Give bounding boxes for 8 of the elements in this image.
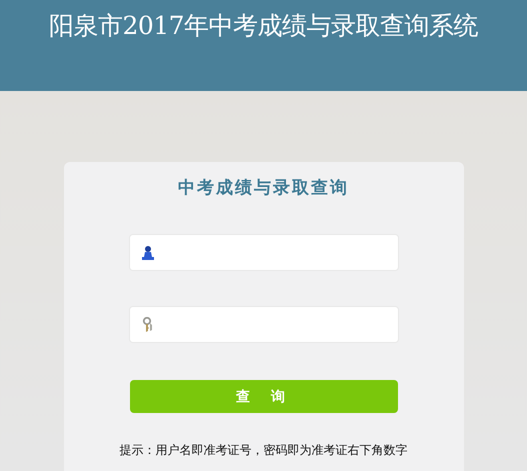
password-field[interactable] — [128, 306, 398, 343]
user-icon — [140, 244, 154, 260]
key-icon — [140, 316, 154, 332]
card-title: 中考成绩与录取查询 — [178, 177, 349, 200]
username-field[interactable] — [128, 234, 398, 271]
hint-text: 提示：用户名即准考证号，密码即为准考证右下角数字 — [120, 442, 408, 459]
query-button[interactable]: 查 询 — [130, 380, 398, 413]
page-title: 阳泉市2017年中考成绩与录取查询系统 — [48, 10, 478, 42]
